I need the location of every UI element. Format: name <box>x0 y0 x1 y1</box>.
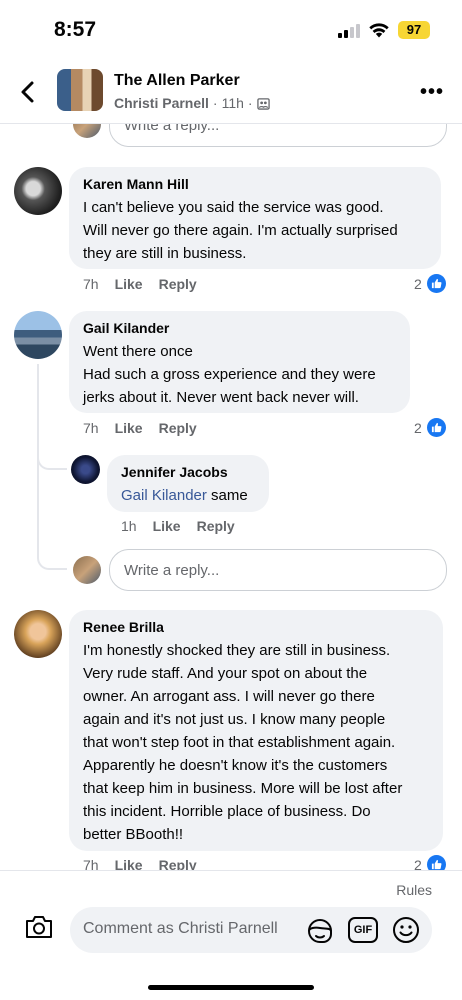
battery-indicator: 97 <box>398 21 430 39</box>
avatar[interactable] <box>14 167 62 215</box>
avatar[interactable] <box>73 556 101 584</box>
like-button[interactable]: Like <box>115 276 143 292</box>
comment-bubble[interactable]: Gail Kilander Went there once Had such a… <box>69 311 410 413</box>
home-indicator <box>148 985 314 990</box>
separator: · <box>212 95 218 111</box>
thumbs-up-icon <box>426 855 446 870</box>
comment-time: 7h <box>83 420 99 436</box>
status-bar: 8:57 97 <box>0 0 462 60</box>
page-avatar[interactable] <box>57 69 103 111</box>
thread-connector <box>37 528 67 570</box>
group-audience-icon <box>256 97 270 110</box>
like-count: 2 <box>414 275 422 292</box>
avatar-sticker-icon[interactable] <box>305 916 335 951</box>
like-button[interactable]: Like <box>115 857 143 870</box>
more-options-button[interactable]: ••• <box>420 82 444 102</box>
avatar[interactable] <box>14 311 62 359</box>
like-count: 2 <box>414 856 422 871</box>
avatar[interactable] <box>71 455 100 484</box>
like-button[interactable]: Like <box>153 518 181 534</box>
reply-time: 1h <box>121 518 137 534</box>
wifi-icon <box>368 21 390 44</box>
comment-author[interactable]: Gail Kilander <box>83 320 396 336</box>
comment-text: I'm honestly shocked they are still in b… <box>83 642 403 843</box>
reaction-count[interactable]: 2 <box>414 274 446 293</box>
reaction-count[interactable]: 2 <box>414 855 446 870</box>
comment-actions: 7h Like Reply <box>83 420 197 436</box>
comment-bubble[interactable]: Renee Brilla I'm honestly shocked they a… <box>69 610 443 851</box>
separator: · <box>247 95 253 111</box>
comment-bubble[interactable]: Karen Mann Hill I can't believe you said… <box>69 167 441 269</box>
comment-actions: 7h Like Reply <box>83 276 197 292</box>
comment-feed[interactable]: Write a reply... Karen Mann Hill I can't… <box>0 0 462 870</box>
cellular-signal-icon <box>338 24 362 38</box>
reply-bubble[interactable]: Jennifer Jacobs Gail Kilander same <box>107 455 269 512</box>
mention-link[interactable]: Gail Kilander <box>121 487 207 504</box>
comment-text: Went there once Had such a gross experie… <box>83 343 376 406</box>
reply-button[interactable]: Reply <box>159 276 197 292</box>
camera-icon[interactable] <box>24 913 54 946</box>
comment-time: 7h <box>83 276 99 292</box>
reply-input[interactable]: Write a reply... <box>109 549 447 591</box>
reply-button[interactable]: Reply <box>159 420 197 436</box>
thumbs-up-icon <box>426 418 446 437</box>
emoji-icon[interactable] <box>392 916 420 949</box>
reply-text: same <box>206 487 248 504</box>
reply-input-placeholder: Write a reply... <box>124 561 220 579</box>
page-title[interactable]: The Allen Parker <box>114 72 240 90</box>
avatar[interactable] <box>14 610 62 658</box>
post-time[interactable]: 11h <box>222 95 244 111</box>
reply-button[interactable]: Reply <box>159 857 197 870</box>
thread-line <box>37 364 39 534</box>
comment-input-placeholder: Comment as Christi Parnell <box>83 920 278 937</box>
reply-button[interactable]: Reply <box>197 518 235 534</box>
comment-author[interactable]: Renee Brilla <box>83 619 429 635</box>
like-button[interactable]: Like <box>115 420 143 436</box>
back-button[interactable] <box>14 78 42 106</box>
gif-icon[interactable]: GIF <box>348 917 378 943</box>
post-subtitle: Christi Parnell · 11h · <box>114 95 270 111</box>
like-count: 2 <box>414 419 422 436</box>
chevron-left-icon <box>21 81 34 103</box>
status-time: 8:57 <box>54 18 97 41</box>
comment-composer: Rules Comment as Christi Parnell GIF <box>0 870 462 1000</box>
comment-text: I can't believe you said the service was… <box>83 199 398 262</box>
rules-link[interactable]: Rules <box>396 882 432 898</box>
reply-actions: 1h Like Reply <box>121 518 235 534</box>
post-header: The Allen Parker Christi Parnell · 11h ·… <box>0 60 462 124</box>
thread-connector <box>37 452 67 470</box>
comment-input[interactable]: Comment as Christi Parnell GIF <box>70 907 432 953</box>
comment-time: 7h <box>83 857 99 870</box>
comment-actions: 7h Like Reply <box>83 857 197 870</box>
reply-author[interactable]: Jennifer Jacobs <box>121 464 255 480</box>
gif-label: GIF <box>353 924 373 936</box>
reaction-count[interactable]: 2 <box>414 418 446 437</box>
post-author[interactable]: Christi Parnell <box>114 95 209 111</box>
comment-author[interactable]: Karen Mann Hill <box>83 176 427 192</box>
thumbs-up-icon <box>426 274 446 293</box>
